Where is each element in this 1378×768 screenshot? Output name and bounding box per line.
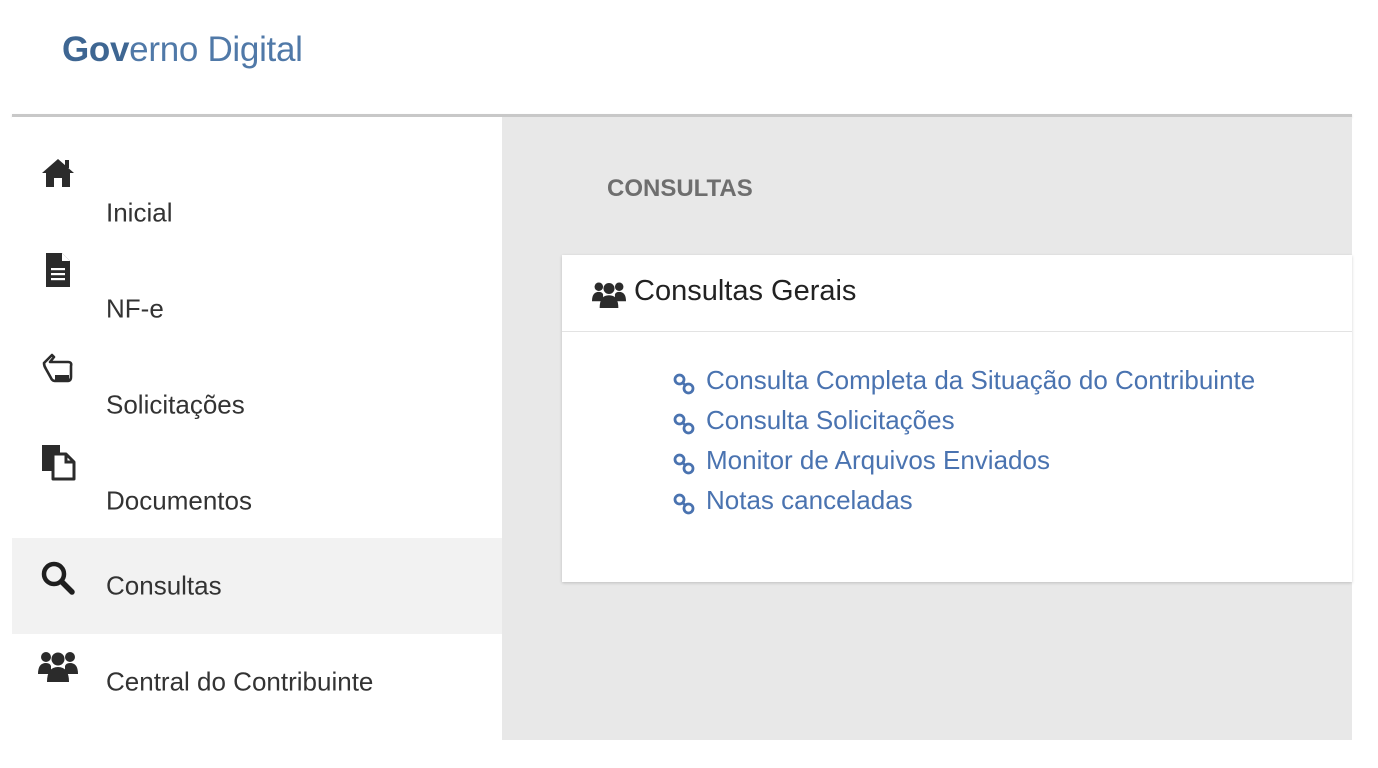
sidebar-item-label: Inicial — [106, 197, 173, 228]
link-label: Notas canceladas — [706, 485, 913, 515]
link-icon — [672, 452, 696, 481]
app-header: Governo Digital — [0, 0, 1378, 114]
link-label: Consulta Solicitações — [706, 405, 955, 435]
link-icon — [672, 372, 696, 401]
users-icon — [592, 279, 626, 314]
link-label: Monitor de Arquivos Enviados — [706, 445, 1050, 475]
sidebar-nav: Inicial NF-e Solicitações Documentos Con… — [12, 117, 502, 740]
brand-logo-rest: erno Digital — [129, 30, 303, 69]
sidebar-item-inicial[interactable]: Inicial — [12, 143, 502, 239]
link-icon — [672, 492, 696, 521]
brand-logo-bold: Gov — [62, 30, 130, 69]
home-icon — [38, 153, 78, 193]
sidebar-item-label: Central do Contribuinte — [106, 666, 374, 697]
sidebar-item-consultas[interactable]: Consultas — [12, 538, 502, 634]
document-icon — [38, 249, 78, 289]
link-icon — [672, 412, 696, 441]
users-icon — [38, 648, 78, 688]
sidebar-item-label: Solicitações — [106, 389, 245, 420]
hand-pointer-icon — [38, 345, 78, 385]
panel-title: Consultas Gerais — [634, 275, 857, 307]
sidebar-item-nfe[interactable]: NF-e — [12, 239, 502, 335]
search-icon — [38, 558, 78, 598]
sidebar-item-documentos[interactable]: Documentos — [12, 431, 502, 527]
consultas-gerais-panel: Consultas Gerais Consulta Completa da Si… — [562, 255, 1352, 582]
sidebar-item-label: NF-e — [106, 293, 164, 324]
sidebar-item-solicitacoes[interactable]: Solicitações — [12, 335, 502, 431]
link-label: Consulta Completa da Situação do Contrib… — [706, 365, 1256, 395]
sidebar-item-central-do-contribuinte[interactable]: Central do Contribuinte — [12, 634, 502, 730]
sidebar-item-label: Documentos — [106, 485, 252, 516]
copy-documents-icon — [38, 441, 78, 481]
sidebar-item-label: Consultas — [106, 570, 222, 601]
main-content: CONSULTAS Consultas Gerais Consulta Comp… — [502, 117, 1352, 740]
panel-header: Consultas Gerais — [562, 255, 1352, 332]
brand-logo[interactable]: Governo Digital — [62, 30, 303, 70]
page-title: CONSULTAS — [607, 175, 753, 202]
